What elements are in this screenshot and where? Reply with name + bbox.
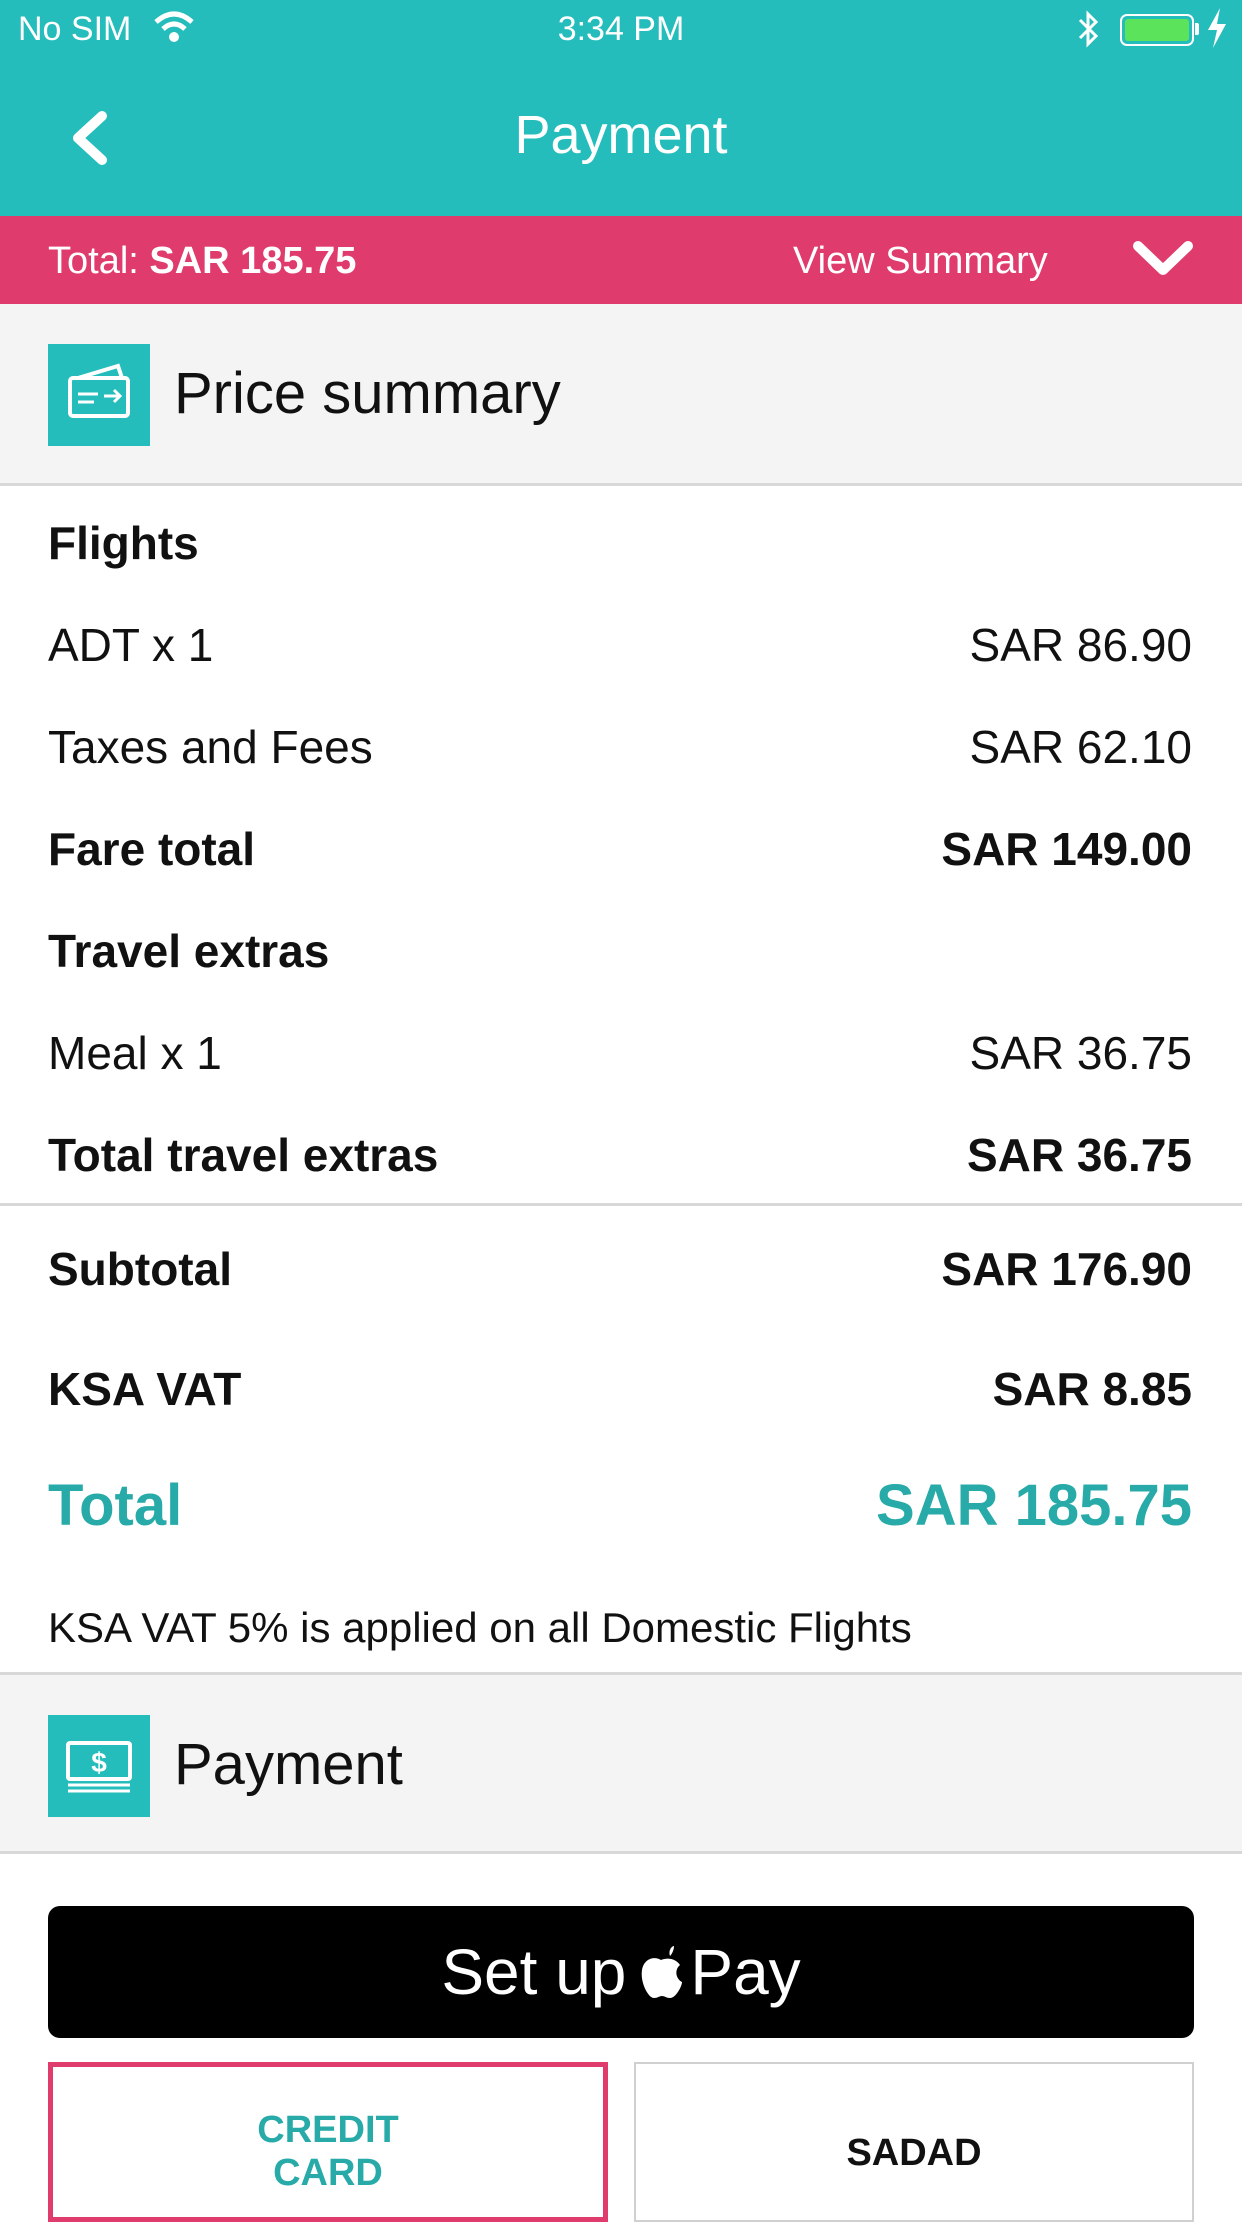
divider [0,1203,1242,1206]
price-row-subtotal: Subtotal SAR 176.90 [48,1242,1192,1296]
row-label: Total travel extras [48,1129,439,1181]
vat-note-text: KSA VAT 5% is applied on all Domestic Fl… [48,1604,912,1651]
row-label: Subtotal [48,1243,232,1295]
row-value: SAR 36.75 [966,1129,1192,1181]
vat-note: KSA VAT 5% is applied on all Domestic Fl… [48,1604,1192,1652]
nav-bar: Payment [0,60,1242,216]
row-label: KSA VAT [48,1363,242,1415]
chevron-down-icon[interactable] [1130,238,1196,280]
price-summary-header: Price summary [0,304,1242,486]
tab-label: SADAD [846,2132,982,2174]
total-bar[interactable]: Total: SAR 185.75 View Summary [0,216,1242,304]
travel-extras-label: Travel extras [48,925,330,977]
apple-pay-button[interactable]: Set up Pay [48,1906,1194,2038]
clock: 3:34 PM [557,10,685,48]
ticket-icon [48,344,150,446]
section-title: Payment [174,1732,403,1797]
price-row-taxes: Taxes and Fees SAR 62.10 [48,720,1192,774]
travel-extras-heading: Travel extras [48,924,1192,978]
battery-icon [1120,14,1194,46]
page-title: Payment [514,105,728,165]
total-bar-prefix: Total: [48,240,139,282]
money-icon: $ [48,1715,150,1817]
row-label: Fare total [48,823,256,875]
tab-sadad[interactable]: SADAD [634,2062,1194,2222]
row-value: SAR 176.90 [941,1243,1192,1295]
tab-label-line2: CARD [273,2152,383,2194]
flights-heading-label: Flights [48,517,199,569]
price-row-extras-total: Total travel extras SAR 36.75 [48,1128,1192,1182]
section-title: Price summary [174,361,561,426]
price-row-fare-total: Fare total SAR 149.00 [48,822,1192,876]
price-row-meal: Meal x 1 SAR 36.75 [48,1026,1192,1080]
battery-tip [1195,23,1199,35]
row-value: SAR 149.00 [941,823,1192,875]
row-value: SAR 62.10 [969,721,1192,773]
svg-text:$: $ [91,1747,107,1778]
apple-logo-icon [642,1946,683,1998]
price-row-vat: KSA VAT SAR 8.85 [48,1362,1192,1416]
tab-label-line1: CREDIT [257,2109,399,2151]
row-label: Total [48,1473,183,1538]
payment-header: $ Payment [0,1672,1242,1854]
total-bar-label: Total: SAR 185.75 [48,240,356,283]
flights-heading: Flights [48,516,1192,570]
apple-pay-suffix: Pay [690,1936,801,2008]
row-label: ADT x 1 [48,619,214,671]
row-value: SAR 86.90 [969,619,1192,671]
apple-pay-prefix: Set up [441,1936,627,2008]
price-row-adt: ADT x 1 SAR 86.90 [48,618,1192,672]
view-summary-link[interactable]: View Summary [793,240,1048,283]
bluetooth-icon [1076,8,1102,59]
row-label: Meal x 1 [48,1027,222,1079]
total-bar-amount: SAR 185.75 [149,240,357,282]
price-row-total: Total SAR 185.75 [48,1472,1192,1539]
row-value: SAR 36.75 [969,1027,1192,1079]
row-label: Taxes and Fees [48,721,373,773]
status-bar: No SIM 3:34 PM [0,0,1242,60]
charging-icon [1204,6,1230,59]
row-value: SAR 185.75 [876,1473,1192,1538]
row-value: SAR 8.85 [992,1363,1192,1415]
tab-credit-card[interactable]: CREDIT CARD [48,2062,608,2222]
